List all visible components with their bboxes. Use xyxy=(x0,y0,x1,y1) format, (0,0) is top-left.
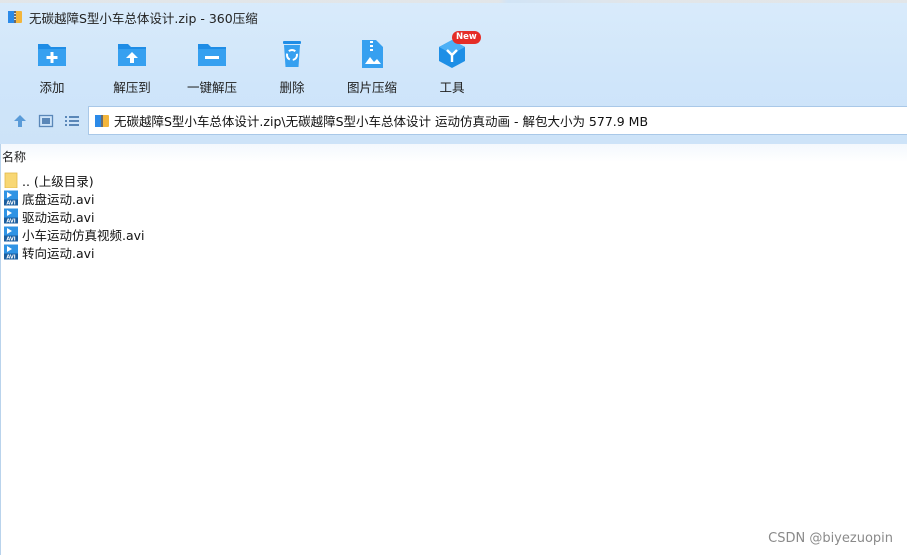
new-badge: New xyxy=(452,31,481,44)
view-thumbnail-icon[interactable] xyxy=(38,113,54,129)
column-header-bar xyxy=(1,144,907,162)
view-list-icon[interactable] xyxy=(64,113,80,129)
extract-to-button[interactable]: 解压到 xyxy=(92,38,172,98)
list-item[interactable]: AVI 驱动运动.avi xyxy=(3,207,145,225)
file-name: 转向运动.avi xyxy=(22,245,95,261)
address-bar[interactable]: 无碳越障S型小车总体设计.zip\无碳越障S型小车总体设计 运动仿真动画 - 解… xyxy=(88,106,907,135)
window-chrome: 无碳越障S型小车总体设计.zip - 360压缩 添加 解压到 一键解压 删除 … xyxy=(0,0,907,144)
up-arrow-icon[interactable] xyxy=(12,113,28,129)
svg-text:AVI: AVI xyxy=(6,201,15,206)
list-item[interactable]: AVI 转向运动.avi xyxy=(3,243,145,261)
one-click-extract-button[interactable]: 一键解压 xyxy=(172,38,252,98)
extract-to-button-label: 解压到 xyxy=(113,80,151,95)
window-title: 无碳越障S型小车总体设计.zip - 360压缩 xyxy=(29,10,258,26)
file-list-pane: 名称 .. (上级目录) AVI 底盘运动.avi AVI 驱动运动.avi A… xyxy=(0,144,907,555)
avi-file-icon: AVI xyxy=(4,244,18,260)
zip-archive-icon xyxy=(95,114,109,127)
recycle-bin-icon xyxy=(283,41,301,67)
folder-icon xyxy=(4,172,18,188)
add-button[interactable]: 添加 xyxy=(12,38,92,98)
delete-button-label: 删除 xyxy=(279,80,305,95)
tools-icon-wrap: New xyxy=(436,31,481,70)
image-compress-button-label: 图片压缩 xyxy=(346,80,397,95)
extract-to-icon xyxy=(118,44,146,66)
svg-text:AVI: AVI xyxy=(6,219,15,224)
add-folder-icon xyxy=(38,44,66,66)
avi-file-icon: AVI xyxy=(4,190,18,206)
toolbar: 添加 解压到 一键解压 删除 图片压缩 New 工具 xyxy=(0,31,907,98)
file-name: .. (上级目录) xyxy=(22,173,94,189)
column-header-name[interactable]: 名称 xyxy=(2,148,26,165)
delete-button[interactable]: 删除 xyxy=(252,38,332,98)
address-row: 无碳越障S型小车总体设计.zip\无碳越障S型小车总体设计 运动仿真动画 - 解… xyxy=(0,106,907,136)
file-list: .. (上级目录) AVI 底盘运动.avi AVI 驱动运动.avi AVI … xyxy=(3,171,145,261)
file-name: 底盘运动.avi xyxy=(22,191,95,207)
top-edge xyxy=(0,0,907,3)
add-button-label: 添加 xyxy=(39,80,65,95)
file-name: 小车运动仿真视频.avi xyxy=(22,227,145,243)
svg-text:AVI: AVI xyxy=(6,255,15,260)
360zip-app-icon xyxy=(8,11,22,23)
tools-button[interactable]: New 工具 xyxy=(412,31,492,98)
one-click-extract-icon xyxy=(198,44,226,66)
avi-file-icon: AVI xyxy=(4,226,18,242)
avi-file-icon: AVI xyxy=(4,208,18,224)
svg-text:AVI: AVI xyxy=(6,237,15,242)
address-path: 无碳越障S型小车总体设计.zip\无碳越障S型小车总体设计 运动仿真动画 - 解… xyxy=(114,114,649,129)
watermark: CSDN @biyezuopin xyxy=(768,531,893,546)
one-click-extract-button-label: 一键解压 xyxy=(186,80,237,95)
list-item[interactable]: AVI 底盘运动.avi xyxy=(3,189,145,207)
list-item[interactable]: AVI 小车运动仿真视频.avi xyxy=(3,225,145,243)
list-item-parent-folder[interactable]: .. (上级目录) xyxy=(3,171,145,189)
file-name: 驱动运动.avi xyxy=(22,209,95,225)
title-bar: 无碳越障S型小车总体设计.zip - 360压缩 xyxy=(7,7,258,27)
image-compress-button[interactable]: 图片压缩 xyxy=(332,38,412,98)
image-compress-icon xyxy=(362,40,383,68)
tools-button-label: 工具 xyxy=(439,80,465,95)
